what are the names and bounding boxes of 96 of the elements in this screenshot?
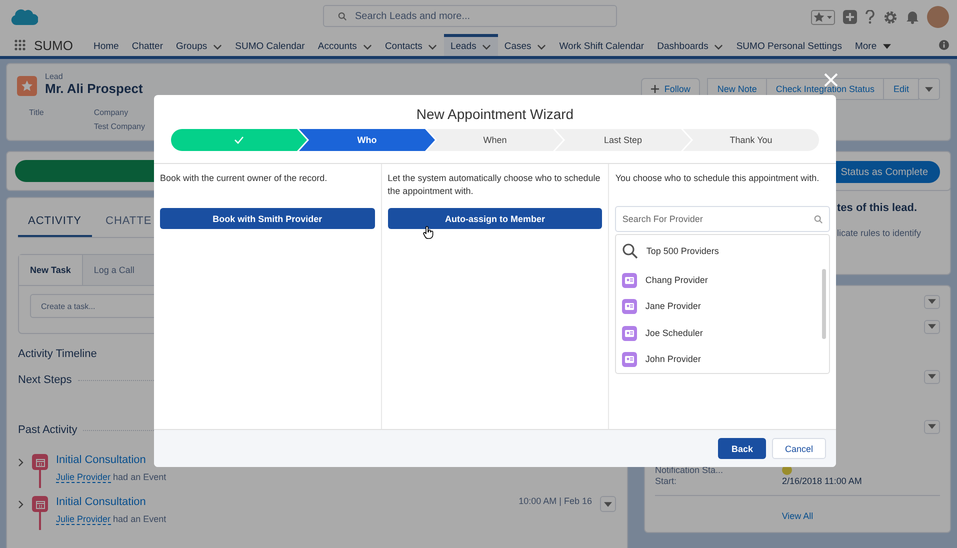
- plus-icon: [651, 85, 660, 93]
- nav-tab[interactable]: Cases: [498, 34, 553, 56]
- wizard-step[interactable]: When: [427, 129, 563, 151]
- contact-card-icon: [622, 272, 638, 288]
- field-label: Title: [29, 108, 44, 117]
- field-label: Company: [94, 108, 130, 117]
- nav-tab[interactable]: Work Shift Calendar: [552, 34, 651, 56]
- settings-icon[interactable]: [883, 10, 898, 24]
- cancel-button[interactable]: Cancel: [772, 438, 826, 459]
- field-value: Test Company: [94, 122, 145, 131]
- caret-icon: [882, 44, 891, 49]
- menu-button[interactable]: [918, 78, 940, 100]
- nav-tab[interactable]: Contacts: [378, 34, 444, 56]
- event-summary: Julie Provider had an Event: [56, 472, 166, 482]
- view-all-link[interactable]: View All: [782, 510, 814, 521]
- option-label: Chang Provider: [645, 274, 708, 287]
- nav-tab[interactable]: Leads: [444, 34, 498, 56]
- provider-search-field[interactable]: Search For Provider: [615, 206, 830, 232]
- caret-icon: [928, 299, 936, 304]
- nav-tab[interactable]: Chatter: [125, 34, 170, 56]
- caret-icon: [925, 86, 933, 92]
- field-value: 2/16/2018 11:00 AM: [782, 476, 862, 486]
- expand-chevron-icon[interactable]: [18, 458, 24, 467]
- record-type: Lead: [45, 72, 64, 81]
- field-label: Notification Sta...: [655, 465, 724, 476]
- section-heading: Next Steps: [18, 374, 72, 386]
- composer-tab[interactable]: Log a Call: [82, 255, 146, 285]
- favorites-icon[interactable]: [811, 10, 835, 24]
- search-icon: [622, 243, 638, 259]
- actor-link[interactable]: Julie Provider: [56, 514, 111, 525]
- help-icon[interactable]: [865, 10, 875, 24]
- option-label: Top 500 Providers: [646, 244, 719, 258]
- check-icon: [234, 136, 244, 144]
- add-icon[interactable]: [843, 10, 857, 24]
- app-launcher-icon[interactable]: [14, 39, 26, 51]
- contact-card-icon: [622, 299, 638, 314]
- global-search-field[interactable]: Search Leads and more...: [323, 5, 617, 27]
- provider-option[interactable]: Chang Provider: [616, 267, 812, 294]
- option-description: Let the system automatically choose who to schedule the appointment with.: [388, 173, 600, 196]
- menu-button[interactable]: [924, 420, 940, 434]
- nav-tab[interactable]: SUMO Calendar: [228, 34, 312, 56]
- card-title: tes of this lead.: [837, 202, 918, 214]
- provider-option[interactable]: Top 500 Providers: [616, 235, 812, 267]
- option-button[interactable]: Book with Smith Provider: [160, 208, 375, 229]
- menu-button[interactable]: [600, 496, 616, 512]
- menu-button[interactable]: [924, 370, 940, 384]
- nav-tab[interactable]: Accounts: [311, 34, 378, 56]
- provider-option[interactable]: Jane Provider: [616, 294, 812, 320]
- wizard-step[interactable]: Last Step: [555, 129, 691, 151]
- search-icon: [814, 214, 824, 224]
- provider-option[interactable]: John Provider: [616, 346, 812, 373]
- option-label: Joe Scheduler: [645, 326, 703, 340]
- caret-icon: [928, 374, 936, 380]
- event-link[interactable]: Initial Consultation: [56, 496, 166, 508]
- option-label: Jane Provider: [645, 300, 701, 314]
- nav-tab[interactable]: Groups: [170, 34, 229, 56]
- search-icon: [338, 12, 347, 20]
- caret-icon: [928, 424, 936, 430]
- section-heading: Activity Timeline: [18, 348, 97, 360]
- info-icon[interactable]: [939, 40, 949, 50]
- provider-option[interactable]: Joe Scheduler: [616, 320, 812, 346]
- field-label: Start:: [655, 476, 678, 486]
- nav-tab[interactable]: Dashboards: [650, 34, 730, 56]
- action-button[interactable]: Edit: [883, 78, 919, 100]
- caret-icon: [604, 502, 612, 506]
- menu-button[interactable]: [924, 294, 940, 309]
- card-text: licate rules to identify: [837, 228, 922, 238]
- bell-icon[interactable]: [906, 10, 919, 24]
- event-time: 10:00 AM | Feb 16: [518, 496, 592, 506]
- cloud-logo-icon[interactable]: [10, 7, 38, 27]
- scrollbar[interactable]: [822, 269, 826, 339]
- wizard-step[interactable]: [171, 129, 307, 151]
- back-button[interactable]: Back: [718, 438, 766, 459]
- hand-cursor-icon: [423, 226, 434, 239]
- avatar[interactable]: [927, 6, 949, 28]
- expand-chevron-icon[interactable]: [18, 500, 24, 509]
- contact-card-icon: [622, 352, 638, 368]
- more-tab[interactable]: More: [848, 34, 898, 56]
- nav-tab[interactable]: SUMO Personal Settings: [730, 34, 848, 56]
- menu-button[interactable]: [924, 320, 940, 334]
- app-name: SUMO: [34, 38, 73, 52]
- event-summary: Julie Provider had an Event: [56, 514, 166, 524]
- nav-tab[interactable]: Home: [87, 34, 126, 56]
- record-name: Mr. Ali Prospect: [45, 81, 143, 96]
- dialog-title: New Appointment Wizard: [415, 106, 575, 122]
- option-label: John Provider: [645, 353, 701, 366]
- option-button[interactable]: Auto-assign to Member: [388, 208, 602, 229]
- wizard-step[interactable]: Thank You: [683, 129, 819, 151]
- actor-link[interactable]: Julie Provider: [56, 472, 111, 483]
- activity-tab[interactable]: ACTIVITY: [18, 206, 92, 237]
- section-heading: Past Activity: [18, 424, 78, 436]
- caret-icon: [928, 324, 936, 330]
- option-description: Book with the current owner of the record.: [160, 173, 328, 183]
- composer-tab[interactable]: New Task: [19, 255, 83, 285]
- contact-card-icon: [622, 326, 638, 341]
- wizard-step[interactable]: Who: [299, 129, 435, 151]
